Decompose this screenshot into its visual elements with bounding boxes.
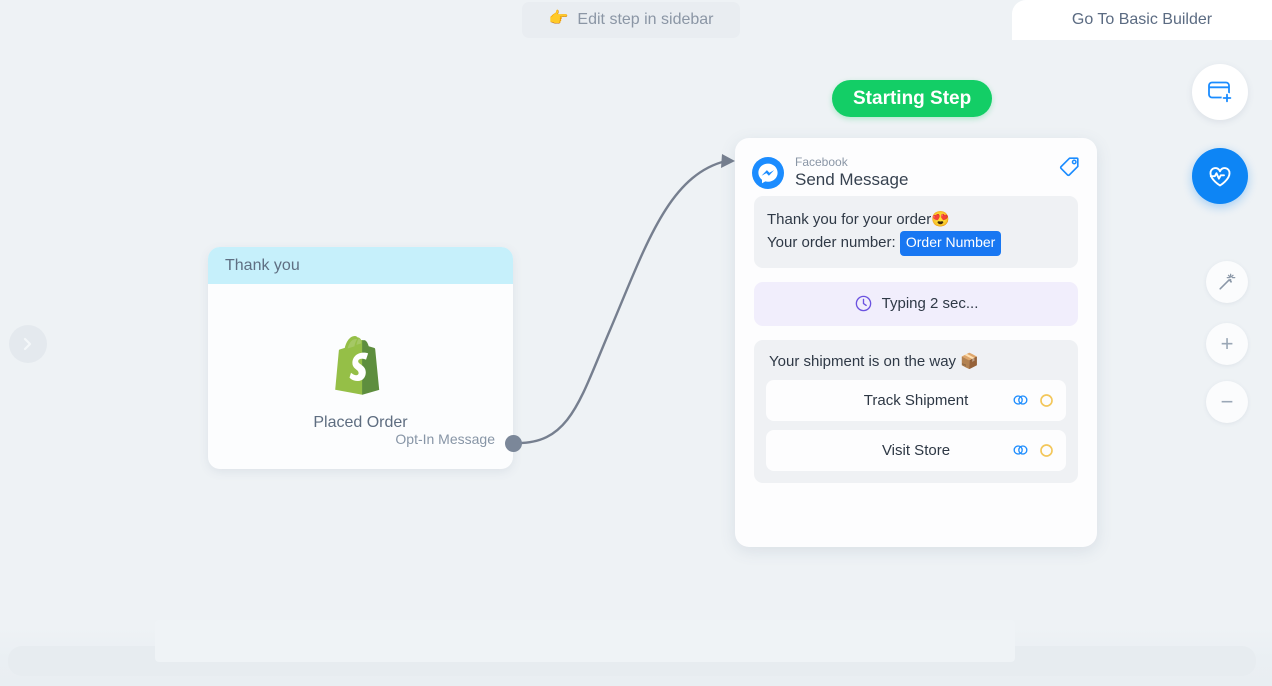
text-block[interactable]: Thank you for your order😍 Your order num… bbox=[754, 196, 1078, 268]
trigger-node-header: Thank you bbox=[208, 247, 513, 284]
text-block-line1-text: Thank you for your order bbox=[767, 211, 932, 228]
node-channel-label: Facebook bbox=[795, 155, 848, 170]
card-button-icons bbox=[1012, 430, 1054, 471]
starting-step-label: Starting Step bbox=[853, 87, 972, 109]
card-button-visit-store[interactable]: Visit Store bbox=[766, 429, 1066, 471]
send-message-node-header: Facebook Send Message bbox=[735, 138, 1097, 196]
flow-builder-screen: Thank you Placed Order Opt-In Message St… bbox=[0, 0, 1272, 686]
trigger-app-label: Placed Order bbox=[313, 414, 408, 431]
typing-delay-block[interactable]: Typing 2 sec... bbox=[754, 281, 1078, 326]
flow-canvas[interactable]: Thank you Placed Order Opt-In Message St… bbox=[0, 0, 1272, 686]
trigger-output-label: Opt-In Message bbox=[395, 431, 495, 447]
gallery-card-text: Your shipment is on the way 📦 bbox=[766, 351, 1066, 380]
expand-sidebar-button[interactable] bbox=[9, 325, 47, 363]
card-button-label: Track Shipment bbox=[863, 391, 969, 409]
gallery-card-block[interactable]: Your shipment is on the way 📦 Track Ship… bbox=[754, 339, 1078, 483]
clock-icon bbox=[855, 296, 871, 312]
add-step-button[interactable] bbox=[1192, 64, 1248, 120]
send-message-node-titles: Facebook Send Message bbox=[795, 155, 909, 190]
magic-wand-icon bbox=[1219, 273, 1236, 290]
variable-chip[interactable]: Order Number bbox=[899, 231, 1002, 256]
tab-basic-builder[interactable]: Go To Basic Builder bbox=[1012, 0, 1272, 40]
top-bar: 👉 Edit step in sidebar Go To Basic Build… bbox=[0, 0, 1272, 40]
shopify-icon bbox=[334, 336, 379, 395]
node-title-label: Send Message bbox=[795, 170, 909, 190]
link-icon[interactable] bbox=[1012, 443, 1029, 457]
pointing-hand-icon: 👉 bbox=[548, 10, 569, 27]
connector-dot-icon[interactable] bbox=[505, 435, 522, 452]
text-block-line2: Your order number: Order Number bbox=[767, 231, 1065, 256]
trigger-node-body: Placed Order Opt-In Message bbox=[208, 284, 513, 469]
bottom-bar bbox=[0, 620, 1272, 686]
send-message-node[interactable]: Facebook Send Message Thank you for your… bbox=[735, 138, 1097, 547]
flow-health-button[interactable] bbox=[1192, 148, 1248, 204]
tag-icon[interactable] bbox=[1059, 155, 1081, 177]
heart-eyes-emoji-icon: 😍 bbox=[931, 211, 950, 228]
card-button-icons bbox=[1012, 380, 1054, 421]
text-block-line2-prefix: Your order number: bbox=[767, 234, 896, 252]
link-icon[interactable] bbox=[1012, 393, 1029, 407]
typing-delay-label: Typing 2 sec... bbox=[881, 295, 979, 313]
trigger-node-title: Thank you bbox=[225, 256, 300, 274]
zoom-in-button[interactable]: + bbox=[1206, 323, 1248, 365]
trigger-node[interactable]: Thank you Placed Order Opt-In Message bbox=[208, 247, 513, 469]
auto-layout-button[interactable] bbox=[1206, 261, 1248, 303]
minus-icon: − bbox=[1220, 389, 1234, 414]
edit-step-hint[interactable]: 👉 Edit step in sidebar bbox=[522, 2, 740, 38]
chevron-right-icon bbox=[23, 337, 32, 351]
card-button-track-shipment[interactable]: Track Shipment bbox=[766, 379, 1066, 421]
pulse-heart-icon bbox=[1209, 167, 1231, 187]
bottom-bar-panel bbox=[155, 620, 1015, 662]
circle-outline-icon[interactable] bbox=[1039, 393, 1054, 408]
text-block-line1: Thank you for your order😍 bbox=[767, 208, 1065, 231]
plus-icon: + bbox=[1220, 331, 1234, 356]
gallery-card-text-label: Your shipment is on the way bbox=[769, 352, 957, 370]
zoom-out-button[interactable]: − bbox=[1206, 381, 1248, 423]
facebook-messenger-icon bbox=[752, 157, 784, 189]
package-emoji-icon: 📦 bbox=[960, 352, 979, 370]
edit-step-label: Edit step in sidebar bbox=[577, 11, 714, 28]
circle-outline-icon[interactable] bbox=[1039, 443, 1054, 458]
card-button-label: Visit Store bbox=[881, 441, 951, 459]
starting-step-badge: Starting Step bbox=[832, 80, 993, 117]
add-card-icon bbox=[1208, 81, 1233, 104]
tab-basic-builder-label: Go To Basic Builder bbox=[1071, 11, 1213, 28]
